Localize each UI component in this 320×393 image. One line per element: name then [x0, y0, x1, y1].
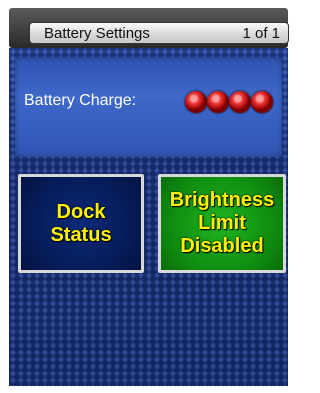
title-bar: Battery Settings 1 of 1 [29, 22, 289, 44]
page-indicator: 1 of 1 [242, 25, 280, 42]
charge-dot-icon [251, 91, 273, 113]
header: Battery Settings 1 of 1 [9, 8, 289, 48]
brightness-label-line2: Limit [198, 212, 246, 234]
battery-charge-indicator [185, 91, 273, 113]
charge-dot-icon [185, 91, 207, 113]
brightness-label-line1: Brightness [169, 189, 275, 211]
device-screen: Battery Settings 1 of 1 Battery Charge: … [0, 0, 297, 393]
dock-status-button[interactable]: Dock Status [18, 174, 144, 273]
brightness-limit-button[interactable]: Brightness Limit Disabled [158, 174, 286, 273]
battery-charge-panel: Battery Charge: [15, 57, 282, 157]
page-title: Battery Settings [44, 25, 150, 42]
dock-status-label-line1: Dock [56, 200, 106, 223]
battery-charge-label: Battery Charge: [24, 92, 137, 109]
charge-dot-icon [207, 91, 229, 113]
charge-dot-icon [229, 91, 251, 113]
dock-status-label-line2: Status [50, 223, 112, 246]
brightness-label-line3: Disabled [180, 235, 264, 257]
